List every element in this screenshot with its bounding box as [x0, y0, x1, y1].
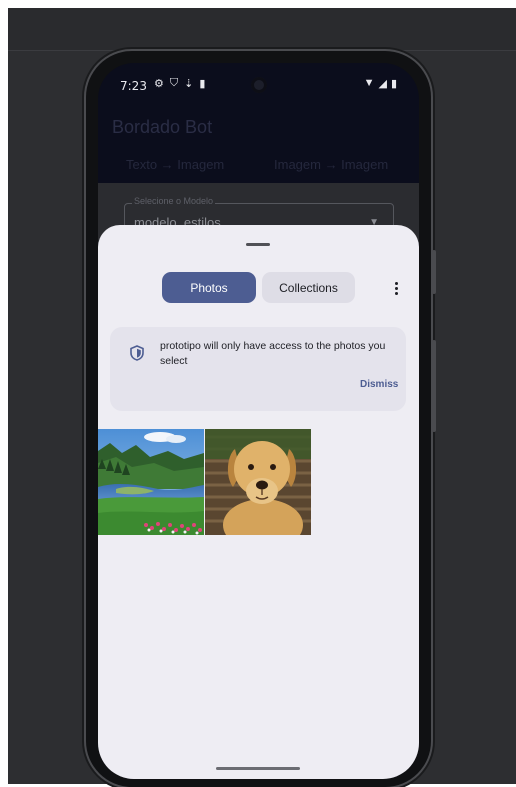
status-icons-left: ⚙ ⛉ ⇣ ▮ — [154, 77, 205, 90]
download-icon: ⇣ — [184, 78, 194, 90]
photo-picker-sheet: Photos Collections prototipo will only h… — [98, 225, 419, 779]
volume-button — [432, 250, 436, 294]
status-time: 7:23 — [120, 79, 147, 93]
signal-icon: ◢ — [378, 78, 387, 90]
tab-imagem-imagem[interactable]: Imagem → Imagem — [274, 157, 388, 172]
power-button — [432, 340, 436, 432]
battery-icon: ▮ — [390, 78, 397, 90]
photos-tab-button[interactable]: Photos — [162, 272, 256, 303]
emulator-toolbar — [8, 8, 516, 51]
access-notice-text: prototipo will only have access to the p… — [160, 340, 386, 367]
status-bar: 7:23 ⚙ ⛉ ⇣ ▮ ▼ ◢ ▮ — [98, 63, 419, 107]
app-tab-bar: Texto → Imagem Imagem → Imagem — [98, 157, 419, 181]
collections-tab-button[interactable]: Collections — [262, 272, 355, 303]
tab-texto-imagem[interactable]: Texto → Imagem — [126, 157, 224, 172]
front-camera — [251, 77, 267, 93]
phone-screen: 7:23 ⚙ ⛉ ⇣ ▮ ▼ ◢ ▮ Bordado Bot Texto → I… — [98, 63, 419, 779]
settings-icon: ⚙ — [154, 78, 164, 90]
shield-icon: ⛉ — [169, 77, 179, 89]
home-indicator[interactable] — [216, 767, 300, 770]
more-vert-icon[interactable] — [388, 275, 404, 301]
dismiss-button[interactable]: Dismiss — [360, 379, 398, 390]
drag-handle[interactable] — [246, 243, 270, 246]
landscape-image — [98, 429, 204, 535]
photo-thumbnail-landscape[interactable] — [98, 429, 204, 535]
shield-icon — [130, 345, 144, 361]
photo-thumbnail-dog[interactable] — [205, 429, 311, 535]
access-notice-card: prototipo will only have access to the p… — [110, 327, 406, 411]
dog-image — [205, 429, 311, 535]
app-title: Bordado Bot — [112, 117, 213, 137]
status-icons-right: ▼ ◢ ▮ — [364, 77, 397, 90]
sd-card-icon: ▮ — [199, 78, 206, 90]
model-select-label: Selecione o Modelo — [132, 196, 216, 206]
wifi-icon: ▼ — [363, 77, 375, 89]
